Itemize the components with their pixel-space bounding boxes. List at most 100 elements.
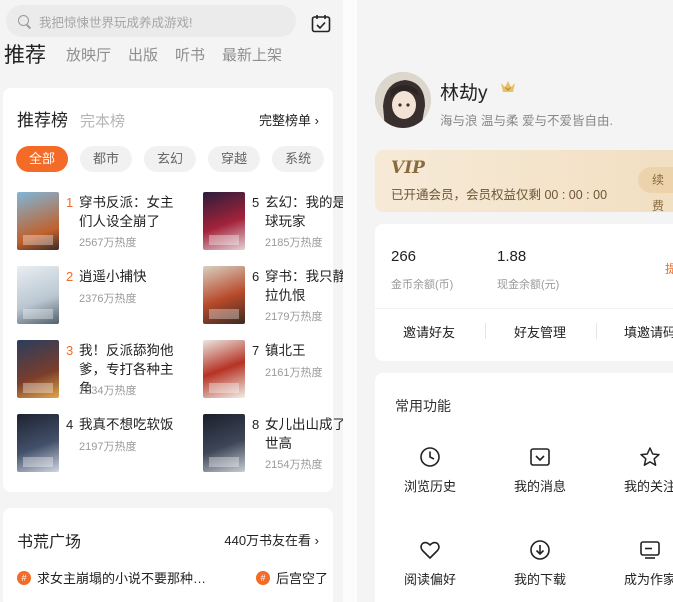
- rank-number: 3: [66, 343, 74, 358]
- book-title: 穿书反派：女主们人设全崩了: [79, 195, 174, 229]
- chip-fantasy[interactable]: 玄幻: [144, 146, 197, 172]
- enter-invite-code-link[interactable]: 填邀请码: [624, 322, 673, 341]
- book-item[interactable]: 1 穿书反派：女主们人设全崩了 2567万热度: [17, 192, 177, 256]
- user-name: 林劫y: [440, 83, 488, 104]
- wallet-divider: [375, 308, 673, 309]
- plaza-readers-link[interactable]: 440万书友在看 ›: [224, 530, 319, 549]
- book-heat: 2161万热度: [265, 367, 323, 379]
- ranking-tab-recommend[interactable]: 推荐榜: [17, 106, 68, 131]
- book-item[interactable]: 5 玄幻：我的是地球玩家 2185万热度: [203, 192, 343, 256]
- avatar-image: [375, 72, 431, 128]
- crown-icon: [501, 81, 515, 92]
- book-cover: [203, 340, 245, 398]
- book-title: 我真不想吃软饭: [79, 417, 174, 432]
- rank-number: 7: [252, 343, 260, 358]
- clock-icon: [420, 447, 440, 467]
- screen-divider: [343, 0, 357, 602]
- book-item[interactable]: 7 镇北王 2161万热度: [203, 340, 343, 404]
- book-item[interactable]: 2 逍遥小捕快 2376万热度: [17, 266, 177, 330]
- right-screen: 林劫y 海与浪 温与柔 爱与不爱皆自由. VIP 已开通会员，会员权益仅剩 00…: [357, 0, 673, 602]
- downloads-button[interactable]: 我的下载: [495, 539, 585, 588]
- topic-text: 后宫空了: [276, 571, 329, 586]
- hashtag-icon: #: [17, 570, 31, 585]
- functions-title: 常用功能: [395, 398, 451, 414]
- book-cover: [203, 192, 245, 250]
- ranking-card: 推荐榜 完本榜 完整榜单 › 全部 都市 玄幻 穿越 系统 1 穿书反派：女主们…: [3, 88, 343, 492]
- chip-all[interactable]: 全部: [16, 146, 69, 172]
- messages-label: 我的消息: [513, 479, 566, 494]
- tab-cinema[interactable]: 放映厅: [66, 44, 111, 68]
- calendar-check-icon[interactable]: [311, 14, 331, 33]
- chip-system[interactable]: 系统: [272, 146, 325, 172]
- tab-recommend[interactable]: 推荐: [4, 44, 46, 68]
- plaza-card: 书荒广场 440万书友在看 › # 求女主崩塌的小说不要那种… # 后宫空了: [3, 508, 333, 602]
- cash-balance-label: 现金余额(元): [497, 279, 560, 291]
- write-icon: [640, 541, 660, 559]
- star-icon: [640, 447, 660, 466]
- reading-preference-label: 阅读偏好: [403, 572, 456, 587]
- become-writer-button[interactable]: 成为作家: [605, 539, 673, 588]
- message-icon: [530, 448, 550, 466]
- vip-banner[interactable]: VIP 已开通会员，会员权益仅剩 00 : 00 : 00 续费: [375, 150, 673, 213]
- user-motto: 海与浪 温与柔 爱与不爱皆自由.: [440, 114, 613, 128]
- book-item[interactable]: 4 我真不想吃软饭 2197万热度: [17, 414, 177, 478]
- book-heat: 2154万热度: [265, 459, 323, 471]
- book-item[interactable]: 6 穿书：我只静静拉仇恨 2179万热度: [203, 266, 343, 330]
- book-item[interactable]: 8 女儿出山成了隐世高 2154万热度: [203, 414, 343, 478]
- friend-manage-link[interactable]: 好友管理: [514, 322, 566, 341]
- genre-chips: 全部 都市 玄幻 穿越 系统: [16, 146, 336, 172]
- coin-balance[interactable]: 266: [391, 248, 416, 265]
- book-title: 穿书：我只静静拉仇恨: [265, 269, 343, 303]
- book-heat: 2197万热度: [79, 441, 137, 453]
- cash-balance[interactable]: 1.88: [497, 248, 526, 265]
- download-icon: [530, 540, 550, 560]
- rank-number: 6: [252, 269, 260, 284]
- history-label: 浏览历史: [403, 479, 456, 494]
- chip-urban[interactable]: 都市: [80, 146, 133, 172]
- vip-status-text: 已开通会员，会员权益仅剩 00 : 00 : 00: [391, 188, 608, 202]
- coin-balance-label: 金币余额(币): [391, 279, 454, 291]
- book-heat: 2185万热度: [265, 237, 323, 249]
- withdraw-link[interactable]: 提: [665, 260, 673, 277]
- separator: [485, 323, 486, 339]
- separator: [596, 323, 597, 339]
- topic-item[interactable]: # 求女主崩塌的小说不要那种…: [17, 568, 206, 587]
- history-button[interactable]: 浏览历史: [385, 446, 475, 495]
- tab-audiobook[interactable]: 听书: [175, 44, 205, 68]
- book-cover: [17, 414, 59, 472]
- book-title: 女儿出山成了隐世高: [265, 417, 343, 451]
- become-writer-label: 成为作家: [623, 572, 673, 587]
- book-item[interactable]: 3 我！反派舔狗他爹，专打各种主角 2234万热度: [17, 340, 177, 404]
- ranking-header: 推荐榜 完本榜: [17, 106, 125, 131]
- rank-number: 8: [252, 417, 260, 432]
- search-bar[interactable]: 我把惊悚世界玩成养成游戏!: [6, 5, 296, 37]
- vip-title: VIP: [391, 158, 425, 178]
- full-ranking-link[interactable]: 完整榜单 ›: [259, 110, 319, 129]
- heart-icon: [420, 541, 440, 559]
- wallet-card: 266 金币余额(币) 1.88 现金余额(元) 提 邀请好友 好友管理 填邀请…: [375, 224, 673, 361]
- invite-friends-link[interactable]: 邀请好友: [403, 322, 455, 341]
- book-cover: [17, 340, 59, 398]
- avatar[interactable]: [375, 72, 431, 128]
- rank-number: 4: [66, 417, 74, 432]
- book-cover: [203, 414, 245, 472]
- category-tabs: 推荐 放映厅 出版 听书 最新上架: [4, 44, 299, 68]
- following-button[interactable]: 我的关注: [605, 446, 673, 495]
- hashtag-icon: #: [256, 570, 270, 585]
- downloads-label: 我的下载: [513, 572, 566, 587]
- book-cover: [17, 192, 59, 250]
- book-cover: [203, 266, 245, 324]
- search-icon: [18, 14, 31, 28]
- messages-button[interactable]: 我的消息: [495, 446, 585, 495]
- plaza-title: 书荒广场: [17, 534, 82, 551]
- search-placeholder: 我把惊悚世界玩成养成游戏!: [39, 15, 193, 30]
- tab-new-arrivals[interactable]: 最新上架: [222, 44, 282, 68]
- reading-preference-button[interactable]: 阅读偏好: [385, 539, 475, 588]
- book-title: 逍遥小捕快: [79, 269, 147, 284]
- renew-button[interactable]: 续费: [638, 167, 673, 213]
- rank-number: 1: [66, 195, 74, 210]
- chip-time-travel[interactable]: 穿越: [208, 146, 261, 172]
- ranking-tab-completed[interactable]: 完本榜: [80, 110, 125, 131]
- topic-item[interactable]: # 后宫空了: [256, 568, 328, 587]
- tab-publish[interactable]: 出版: [128, 44, 158, 68]
